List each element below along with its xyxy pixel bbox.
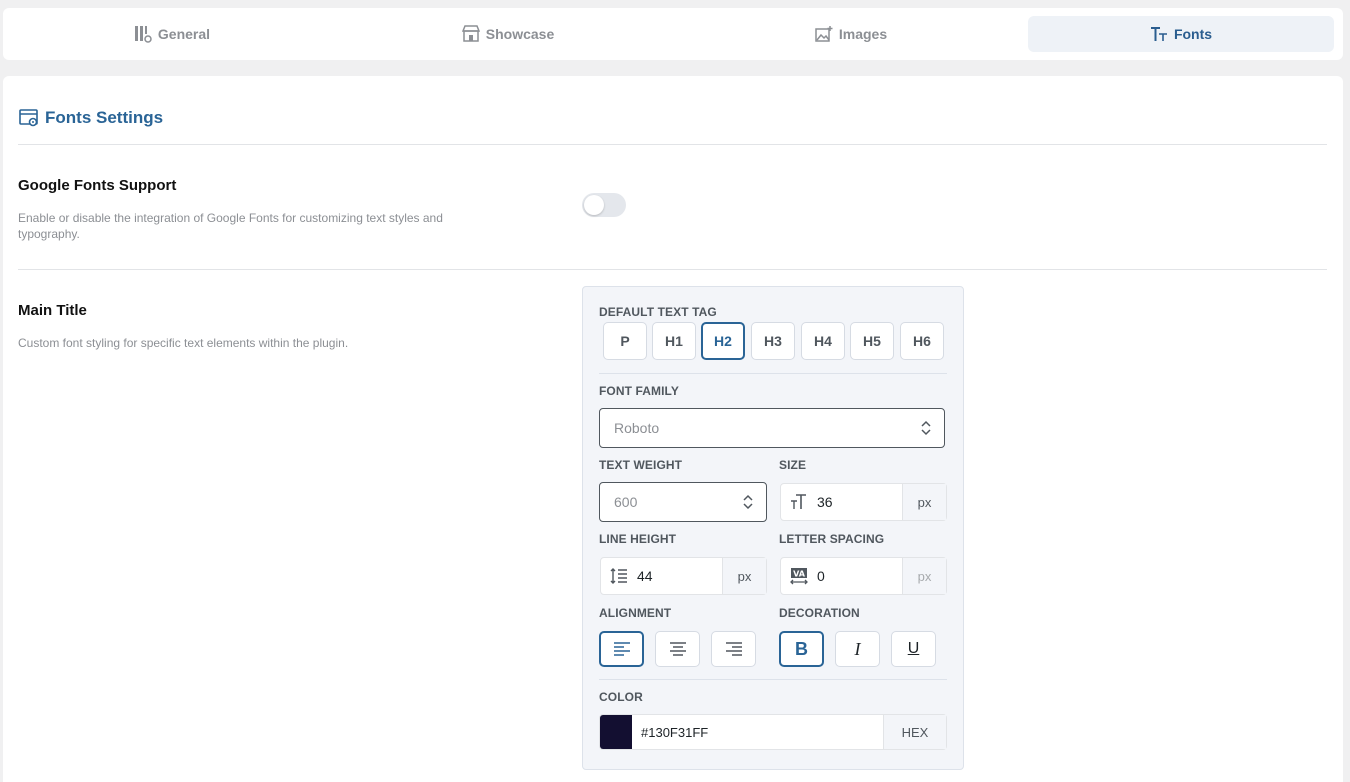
letter-spacing-icon: VA	[781, 566, 817, 586]
align-right-icon	[725, 642, 742, 656]
line-height-label: LINE HEIGHT	[599, 532, 677, 546]
main-title-description: Custom font styling for specific text el…	[18, 336, 349, 350]
divider	[599, 373, 947, 374]
decoration-label: DECORATION	[779, 606, 860, 620]
line-height-unit[interactable]: px	[722, 558, 766, 594]
general-icon	[134, 25, 152, 43]
color-hex-input[interactable]: #130F31FF	[632, 725, 883, 740]
underline-button[interactable]: U	[891, 631, 936, 667]
divider	[18, 144, 1327, 145]
line-height-icon	[601, 566, 637, 586]
tab-general[interactable]: General	[11, 16, 333, 52]
fonts-settings-panel: Fonts Settings Google Fonts Support Enab…	[3, 76, 1343, 782]
color-swatch[interactable]	[600, 715, 632, 749]
letter-spacing-input[interactable]: VA 0 px	[780, 557, 947, 595]
updown-chevron-icon	[743, 494, 753, 510]
settings-window-icon	[19, 109, 38, 127]
font-family-select[interactable]: Roboto	[599, 408, 945, 448]
size-input[interactable]: 36 px	[780, 483, 947, 521]
google-fonts-toggle[interactable]	[582, 193, 626, 217]
line-height-input[interactable]: 44 px	[600, 557, 767, 595]
letter-spacing-unit[interactable]: px	[902, 558, 946, 594]
size-label: SIZE	[779, 458, 807, 472]
divider	[599, 679, 947, 680]
tag-h5-button[interactable]: H5	[850, 322, 894, 360]
tab-label: Fonts	[1173, 26, 1213, 42]
tab-label: General	[157, 26, 211, 42]
images-icon	[815, 25, 833, 43]
settings-tabbar: General Showcase Images Fonts	[3, 8, 1343, 60]
svg-text:VA: VA	[793, 570, 806, 579]
color-label: COLOR	[599, 690, 643, 704]
tag-h6-button[interactable]: H6	[900, 322, 944, 360]
text-weight-select[interactable]: 600	[599, 482, 767, 522]
google-fonts-title: Google Fonts Support	[18, 177, 177, 194]
tab-label: Showcase	[485, 26, 555, 42]
alignment-label: ALIGNMENT	[599, 606, 672, 620]
size-unit[interactable]: px	[902, 484, 946, 520]
tag-h2-button[interactable]: H2	[701, 322, 745, 360]
align-right-button[interactable]	[711, 631, 756, 667]
fonts-icon	[1150, 25, 1168, 43]
tag-h3-button[interactable]: H3	[751, 322, 795, 360]
align-center-button[interactable]	[655, 631, 700, 667]
letter-spacing-label: LETTER SPACING	[779, 532, 885, 546]
default-text-tag-label: DEFAULT TEXT TAG	[599, 305, 717, 319]
font-size-icon	[781, 492, 817, 512]
bold-button[interactable]: B	[779, 631, 824, 667]
tab-fonts[interactable]: Fonts	[1028, 16, 1334, 52]
tag-h1-button[interactable]: H1	[652, 322, 696, 360]
tab-images[interactable]: Images	[683, 16, 1019, 52]
tag-h4-button[interactable]: H4	[801, 322, 845, 360]
toggle-knob	[584, 195, 604, 215]
tag-p-button[interactable]: P	[603, 322, 647, 360]
align-left-button[interactable]	[599, 631, 644, 667]
divider	[18, 269, 1327, 270]
size-value[interactable]: 36	[817, 494, 902, 510]
align-left-icon	[613, 642, 630, 656]
updown-chevron-icon	[921, 420, 931, 436]
letter-spacing-value[interactable]: 0	[817, 568, 902, 584]
italic-button[interactable]: I	[835, 631, 880, 667]
main-title-font-controls: DEFAULT TEXT TAG P H1 H2 H3 H4 H5 H6 FON…	[582, 286, 964, 770]
google-fonts-description: Enable or disable the integration of Goo…	[18, 211, 443, 241]
showcase-icon	[461, 25, 480, 43]
line-height-value[interactable]: 44	[637, 568, 722, 584]
text-weight-label: TEXT WEIGHT	[599, 458, 683, 472]
color-format-button[interactable]: HEX	[883, 715, 946, 749]
tab-label: Images	[838, 26, 888, 42]
color-picker: #130F31FF HEX	[599, 714, 947, 750]
tab-showcase[interactable]: Showcase	[343, 16, 673, 52]
font-family-label: FONT FAMILY	[599, 384, 679, 398]
align-center-icon	[669, 642, 686, 656]
section-title: Fonts Settings	[19, 108, 163, 128]
main-title-heading: Main Title	[18, 302, 87, 319]
